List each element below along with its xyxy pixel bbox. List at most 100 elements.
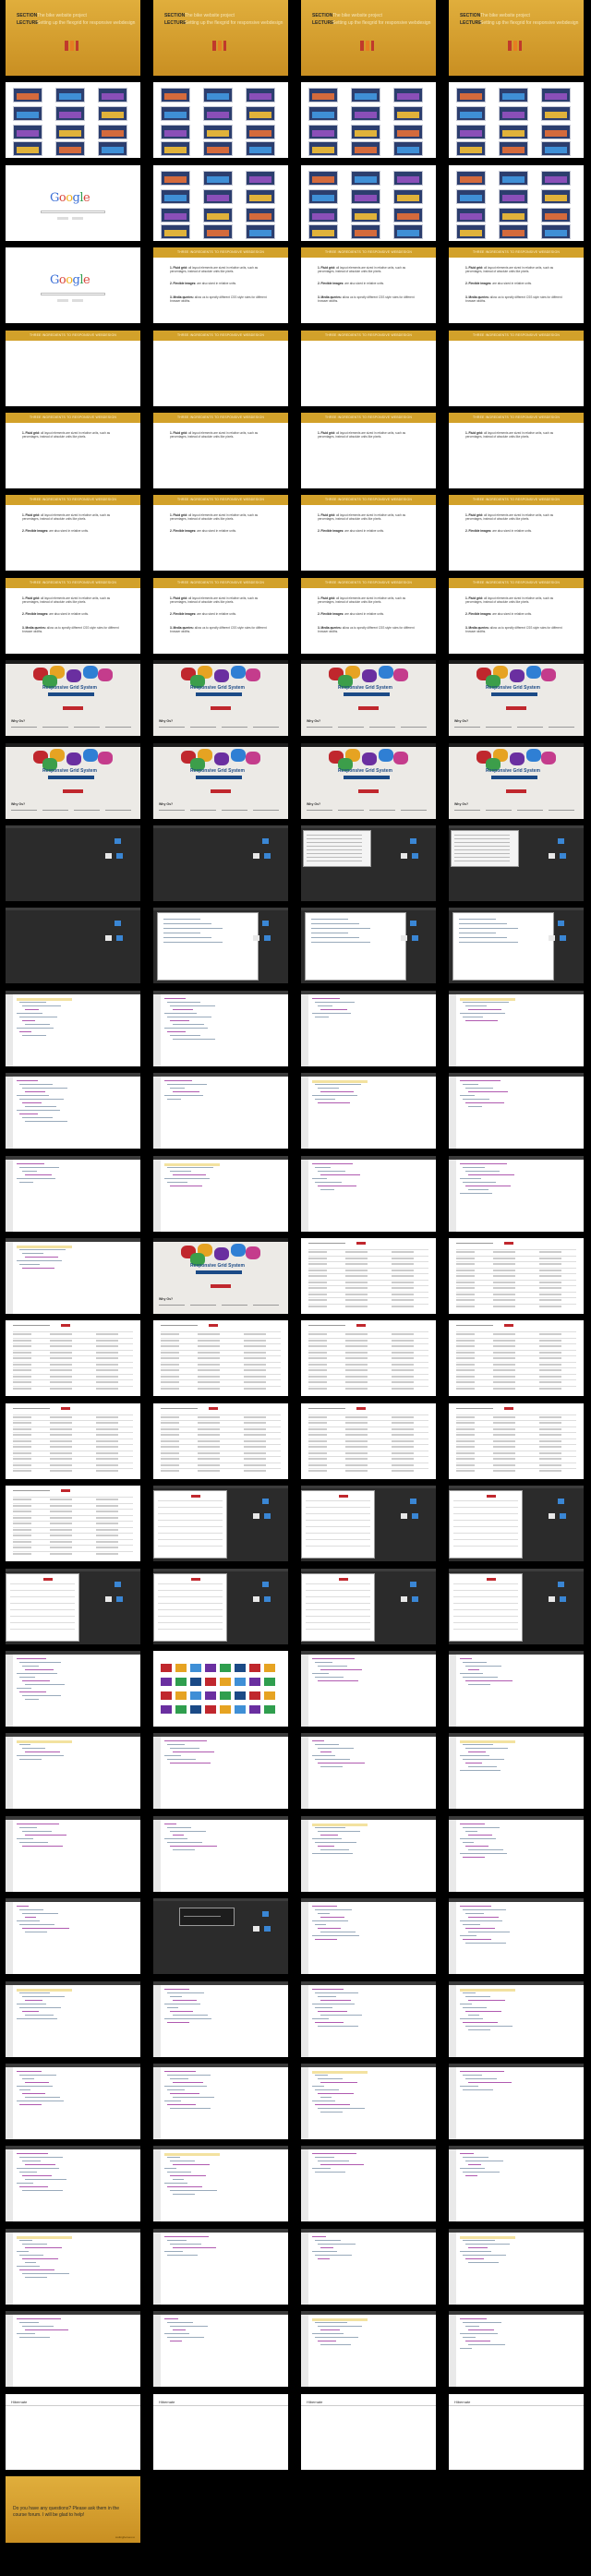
code-line [465,1928,495,1930]
screenshot-thumbnail [308,141,338,157]
code-line [459,937,507,939]
code-line [312,1177,327,1179]
code-line [164,1095,203,1097]
table-row [456,1279,576,1284]
table-cell [244,1339,266,1342]
code-line [318,2243,356,2245]
gallery-thumbnail [249,1664,260,1672]
site-footer-heading: Why Gs? [307,801,321,806]
table-cell [244,1427,266,1430]
code-line [17,1012,42,1014]
principle-term: 2. Flexible images: [465,611,492,616]
video-frame [301,825,436,901]
video-frame [153,1486,288,1562]
video-frame: THREE INGREDIENTS TO RESPONSIVE WEBDESIG… [301,495,436,572]
code-line [465,1748,508,1750]
table-accent [487,1495,496,1499]
screenshot-thumbnail [541,223,571,239]
gallery-thumbnail [235,1678,246,1686]
table-cell [96,1387,118,1390]
video-frame [301,2228,436,2305]
table-cell [50,1516,72,1519]
video-frame [6,1568,140,1644]
table-cell [96,1339,118,1342]
thumbnail-image [355,212,377,220]
table-row [161,1426,281,1431]
principle-item: 1. Fluid grid: all layout elements are s… [22,431,126,439]
code-line [312,2017,329,2019]
editor-gutter [153,1077,161,1150]
table-cell [345,1381,368,1384]
screenshot-thumbnail [456,170,486,186]
table-cell [392,1470,414,1473]
gallery-thumbnail [161,1678,172,1686]
video-frame: Responsive Grid System Why Gs? [153,660,288,737]
video-frame: Hibernate [153,2393,288,2470]
code-line [463,1001,509,1003]
video-frame: THREE INGREDIENTS TO RESPONSIVE WEBDESIG… [6,495,140,572]
code-line [460,1095,475,1097]
principle-item: 2. Flexible images: are also sized in re… [465,529,569,533]
table-row [10,1583,75,1588]
code-line [170,1170,191,1172]
table-row [13,1545,133,1549]
code-line [19,1992,50,1993]
table-cell [345,1463,368,1466]
nav-line [161,1325,198,1327]
code-line [25,1999,42,2001]
video-frame: Responsive Grid System Why Gs? [301,660,436,737]
editor-gutter [153,1159,161,1232]
code-line [167,1826,191,1828]
code-line [17,2250,29,2252]
table-row [308,1426,428,1431]
slide-heading: THREE INGREDIENTS TO RESPONSIVE WEBDESIG… [6,577,140,588]
table-cell [50,1499,72,1501]
thumbnail-image [207,229,229,236]
code-line [463,1841,474,1843]
editor-gutter [449,993,456,1066]
principle-text: are also sized in relative units. [49,529,89,534]
code-line [465,1913,484,1915]
thumbnail-image [59,93,81,101]
site-title: Responsive Grid System [190,1263,245,1269]
video-frame: THREE INGREDIENTS TO RESPONSIVE WEBDESIG… [153,413,288,488]
selection-highlight [312,1823,368,1826]
table-row [308,1303,428,1308]
screenshot-thumbnail [98,141,127,157]
code-line [460,1755,489,1757]
code-line [22,1102,42,1104]
table-cell [13,1446,31,1449]
table-cell [456,1345,475,1348]
code-line [315,1744,339,1746]
principle-item: 1. Fluid grid: all layout elements are s… [465,266,569,273]
table-cell [308,1375,327,1378]
thumbnail-image [164,194,187,201]
code-line [164,2017,211,2019]
editor-gutter [6,1902,13,1975]
screenshot-thumbnail [55,106,85,122]
selection-highlight [17,1740,72,1744]
table-cell [539,1269,561,1271]
code-line [311,919,348,921]
code-line [463,2337,476,2339]
table-row [161,1456,281,1461]
thumbnail-image [207,147,229,154]
table-cell [345,1263,368,1265]
hero-shape [541,751,556,764]
nav-button [61,1324,70,1328]
selection-highlight [164,2153,220,2157]
table-cell [244,1357,266,1360]
code-line [17,2168,59,2170]
video-frame [6,1898,140,1975]
table-cell [308,1434,327,1437]
doc-rule [6,2404,140,2406]
table-accent [43,1577,53,1581]
site-text-line [11,809,37,811]
site-text-line [42,727,68,728]
folder-icon [410,1581,416,1587]
table-cell [539,1415,561,1418]
slide-heading: THREE INGREDIENTS TO RESPONSIVE WEBDESIG… [301,577,436,588]
site-text-line [338,727,364,728]
principle-item: 1. Fluid grid: all layout elements are s… [465,431,569,439]
hero-shape [83,748,98,762]
